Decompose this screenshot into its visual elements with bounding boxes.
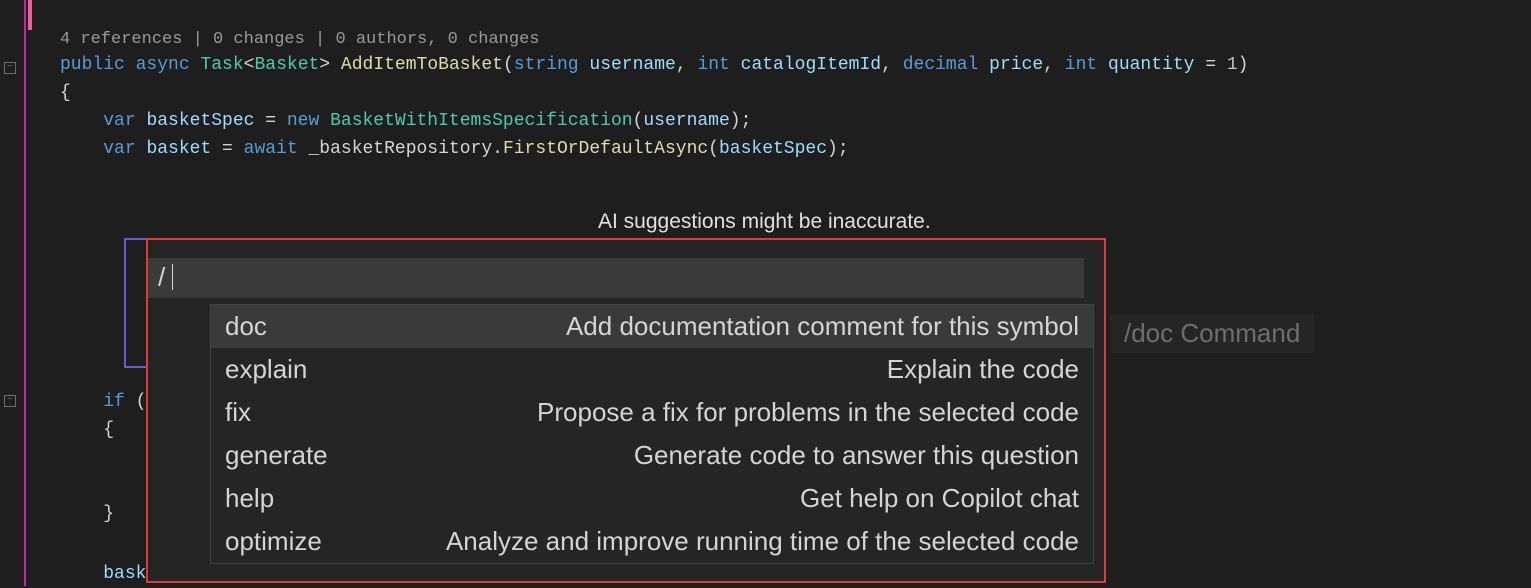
- code-line[interactable]: [60, 444, 146, 472]
- suggestion-cmd: generate: [225, 440, 328, 471]
- suggestion-cmd: doc: [225, 311, 267, 342]
- suggestion-desc: Get help on Copilot chat: [800, 483, 1079, 514]
- code-line[interactable]: public async Task<Basket> AddItemToBaske…: [60, 51, 1248, 79]
- scope-indicator: [24, 0, 26, 586]
- suggestion-cmd: optimize: [225, 526, 322, 557]
- suggestions-list: doc Add documentation comment for this s…: [210, 304, 1094, 564]
- suggestions-popup: / doc Add documentation comment for this…: [146, 238, 1106, 583]
- code-line[interactable]: bask: [60, 560, 146, 588]
- suggestion-desc: Generate code to answer this question: [634, 440, 1079, 471]
- suggestion-cmd: fix: [225, 397, 251, 428]
- suggestion-desc: Analyze and improve running time of the …: [446, 526, 1079, 557]
- suggestion-desc: Propose a fix for problems in the select…: [537, 397, 1079, 428]
- suggestion-item-doc[interactable]: doc Add documentation comment for this s…: [211, 305, 1093, 348]
- suggestion-desc: Add documentation comment for this symbo…: [566, 311, 1079, 342]
- suggestion-item-optimize[interactable]: optimize Analyze and improve running tim…: [211, 520, 1093, 563]
- collapse-toggle-icon[interactable]: −: [4, 62, 16, 74]
- code-line[interactable]: if (: [60, 388, 146, 416]
- collapse-toggle-icon[interactable]: −: [4, 395, 16, 407]
- suggestion-cmd: explain: [225, 354, 307, 385]
- codelens-info[interactable]: 4 references | 0 changes | 0 authors, 0 …: [60, 30, 1248, 49]
- text-caret: [172, 264, 173, 290]
- code-line[interactable]: {: [60, 416, 146, 444]
- code-line[interactable]: }: [60, 500, 146, 528]
- code-editor[interactable]: − − 4 references | 0 changes | 0 authors…: [0, 0, 1531, 586]
- code-line[interactable]: {: [60, 79, 1248, 107]
- code-line[interactable]: [60, 472, 146, 500]
- suggestion-item-help[interactable]: help Get help on Copilot chat: [211, 477, 1093, 520]
- code-line[interactable]: var basketSpec = new BasketWithItemsSpec…: [60, 107, 1248, 135]
- command-hint: /doc Command: [1110, 314, 1314, 353]
- suggestion-desc: Explain the code: [887, 354, 1079, 385]
- slash-prefix: /: [158, 262, 165, 293]
- scope-indicator-accent: [28, 0, 32, 30]
- ai-disclaimer: AI suggestions might be inaccurate.: [598, 210, 931, 234]
- suggestion-cmd: help: [225, 483, 274, 514]
- suggestion-item-generate[interactable]: generate Generate code to answer this qu…: [211, 434, 1093, 477]
- suggestion-item-fix[interactable]: fix Propose a fix for problems in the se…: [211, 391, 1093, 434]
- suggestion-item-explain[interactable]: explain Explain the code: [211, 348, 1093, 391]
- code-line[interactable]: var basket = await _basketRepository.Fir…: [60, 135, 1248, 163]
